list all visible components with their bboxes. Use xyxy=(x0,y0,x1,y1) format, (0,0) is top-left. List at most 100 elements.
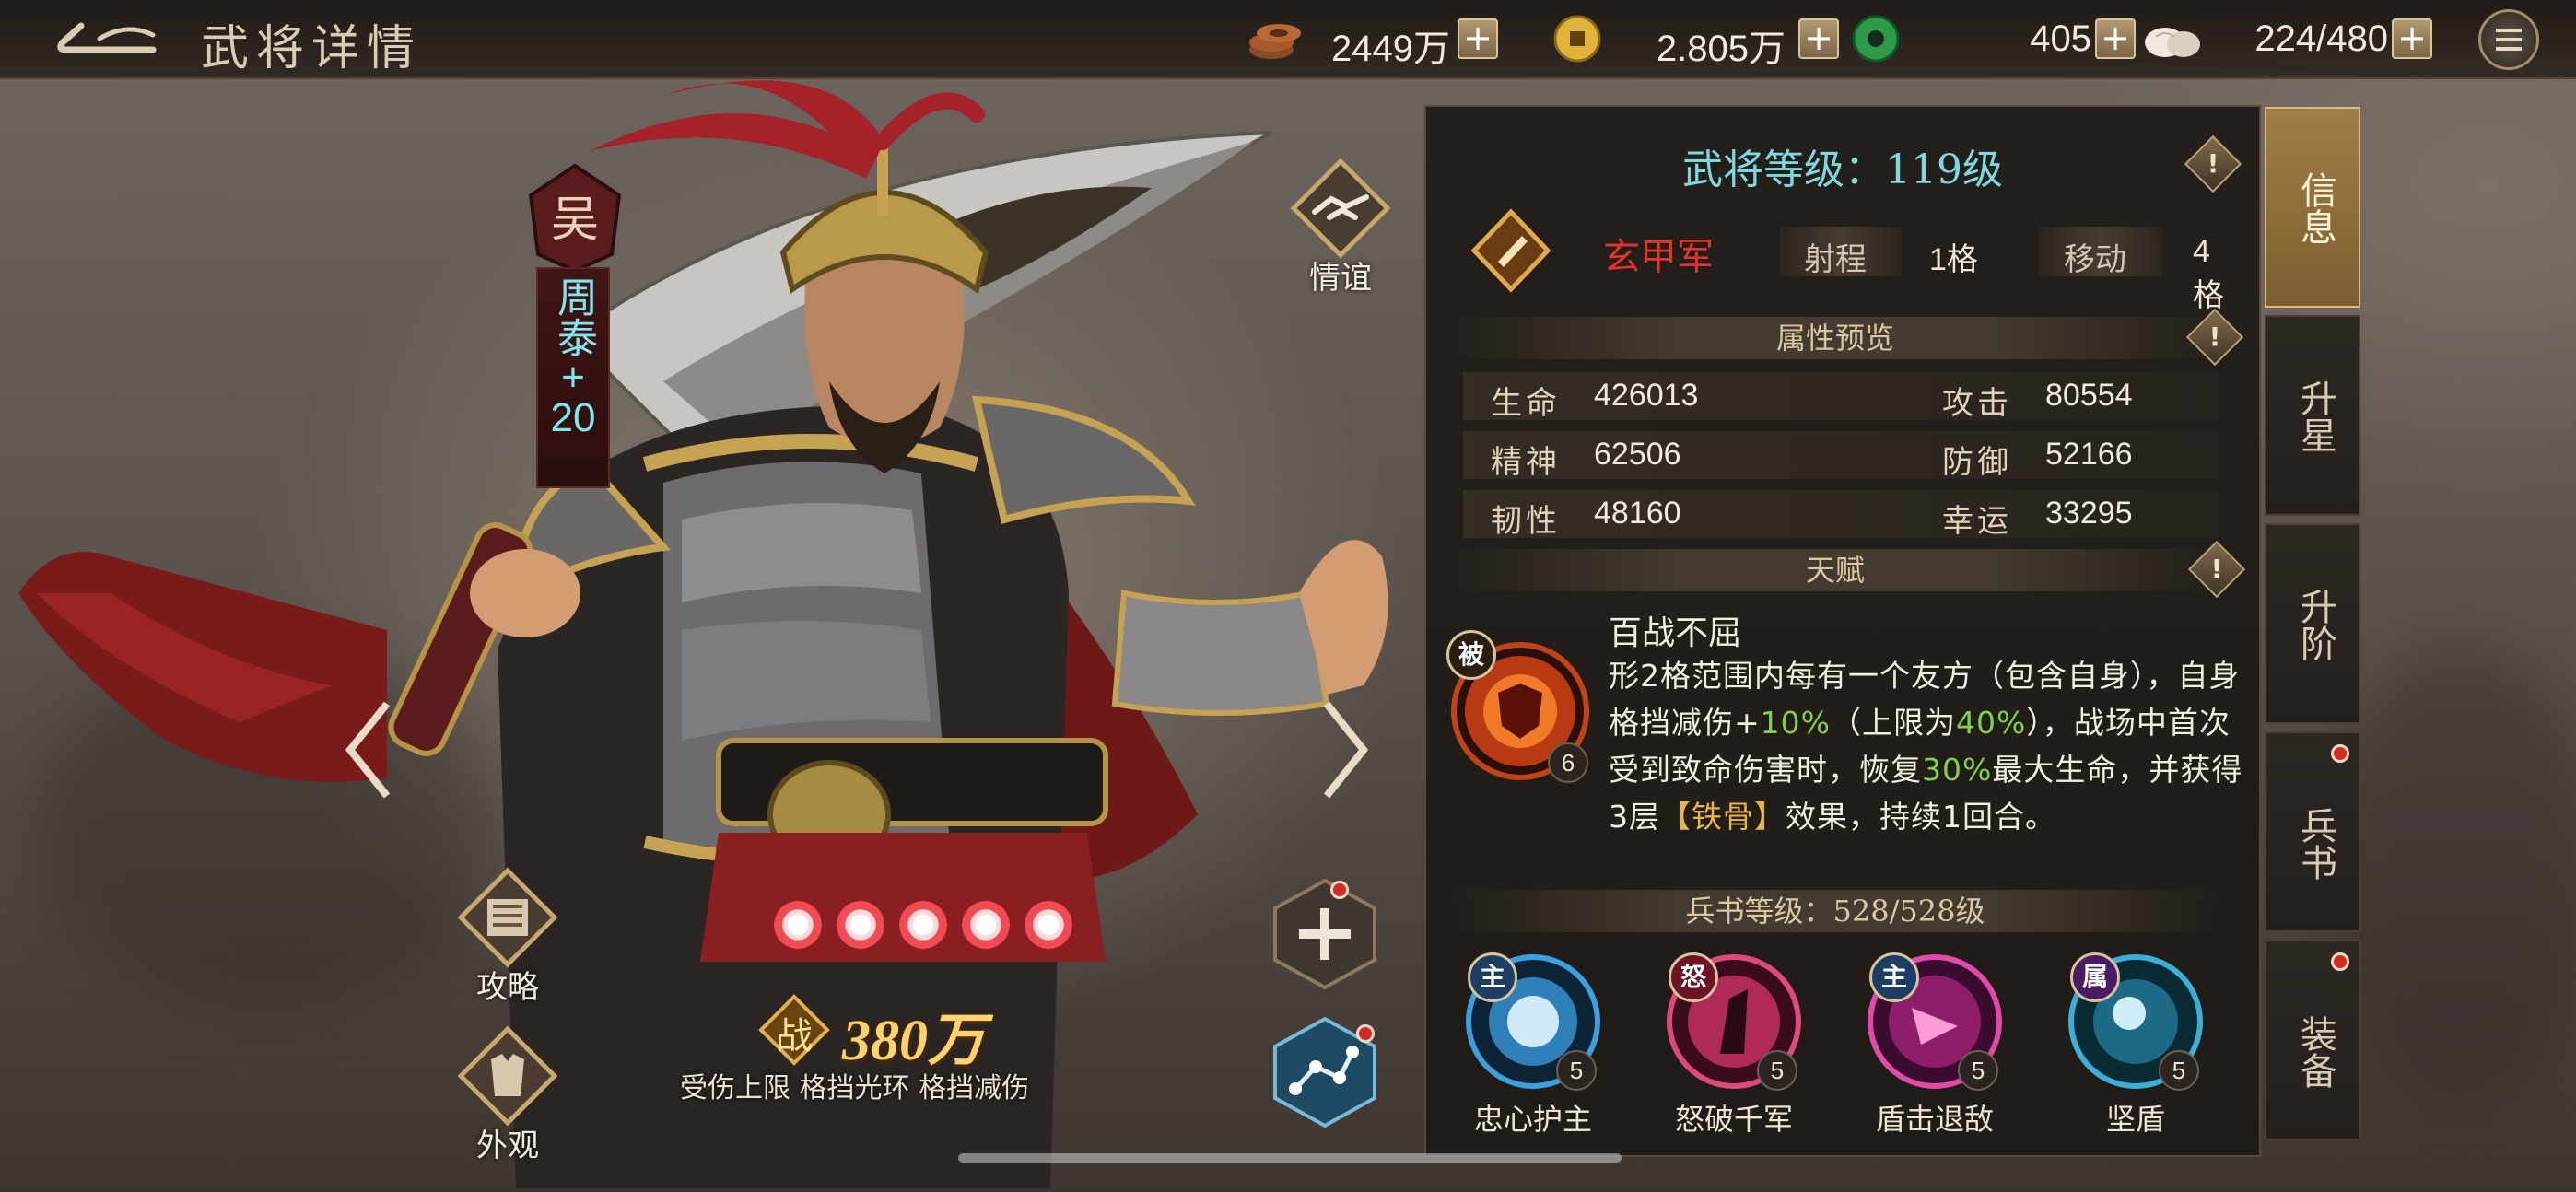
tab-label: 升阶 xyxy=(2294,588,2336,661)
skill-type-badge: 主 xyxy=(1869,952,1919,1002)
stat-label: 幸运 xyxy=(1942,503,2012,540)
steamed-bun-icon xyxy=(2145,28,2200,57)
skill-name: 盾击退敌 xyxy=(1875,1102,1994,1137)
star-icon xyxy=(1025,901,1072,949)
notification-dot xyxy=(1330,881,1349,899)
info-icon: ! xyxy=(2210,554,2223,584)
stat-label: 攻击 xyxy=(1942,385,2012,422)
talent-name: 百战不屈 xyxy=(1609,614,1742,652)
power-value: 380万 xyxy=(842,1010,986,1072)
tab-star-up[interactable]: 升星 xyxy=(2265,315,2360,516)
hero-traits: 受伤上限 格挡光环 格挡减伤 xyxy=(680,1072,1030,1104)
skill-name: 忠心护主 xyxy=(1473,1102,1592,1137)
skill-slot[interactable]: 主 5 盾击退敌 xyxy=(1852,952,2018,1139)
armor-icon xyxy=(457,1025,558,1127)
info-icon: ! xyxy=(2207,148,2219,179)
friendship-button[interactable]: 情谊 xyxy=(1281,153,1400,298)
tab-equipment[interactable]: 装备 xyxy=(2265,940,2360,1140)
hero-illustration xyxy=(18,80,1388,1188)
star-rating xyxy=(774,901,1078,952)
power-glyph: 战 xyxy=(776,1015,813,1058)
tab-label: 兵书 xyxy=(2294,807,2336,881)
talent-skill[interactable]: 被 6 xyxy=(1446,630,1594,787)
add-stamina-button[interactable]: + xyxy=(2392,18,2432,59)
stat-value: 426013 xyxy=(1594,378,1699,413)
star-icon xyxy=(774,901,822,949)
gold-value: 2.805万 xyxy=(1656,29,1786,69)
skill-type-badge: 怒 xyxy=(1669,952,1718,1002)
stat-label: 防御 xyxy=(1942,444,2012,481)
home-indicator[interactable] xyxy=(958,1153,1622,1163)
attributes-heading: 属性预览 xyxy=(1448,317,2222,359)
appearance-button[interactable]: 外观 xyxy=(448,1021,568,1165)
stat-value: 52166 xyxy=(2045,437,2133,472)
range-label: 射程 xyxy=(1804,241,1867,278)
resource-jade: 405 + xyxy=(1846,15,2136,63)
star-icon xyxy=(962,901,1010,949)
guide-button[interactable]: 攻略 xyxy=(448,862,568,1007)
skill-level: 5 xyxy=(2159,1050,2199,1091)
faction-label: 吴 xyxy=(550,193,599,248)
troop-info: 玄甲军 射程 1格 移动 4格 xyxy=(1448,208,2241,313)
move-label: 移动 xyxy=(2064,241,2126,278)
copper-value: 2449万 xyxy=(1331,29,1450,69)
star-icon xyxy=(837,901,884,949)
top-bar: 武将详情 2449万 + 2.805万 + 405 + 224/480 + xyxy=(0,0,2576,79)
hero-info-panel: 武将等级：119级 ! 玄甲军 射程 1格 移动 4格 属性预览 ! 生命 42… xyxy=(1424,105,2261,1157)
back-arrow-icon xyxy=(57,22,157,53)
notification-dot xyxy=(1356,1024,1375,1043)
stat-value: 48160 xyxy=(1594,496,1681,531)
stat-value: 80554 xyxy=(2045,378,2133,413)
hero-name-banner: 周泰 + 20 xyxy=(536,267,610,488)
back-button[interactable] xyxy=(44,13,164,64)
tab-label: 装备 xyxy=(2294,1015,2336,1089)
stamina-value: 224/480 xyxy=(2254,18,2388,59)
skill-slot[interactable]: 属 5 坚盾 xyxy=(2053,952,2219,1139)
talent-heading: 天赋 xyxy=(1448,549,2222,591)
detail-tabs: 信息 升星 升阶 兵书 装备 xyxy=(2265,107,2362,1157)
notification-dot xyxy=(2331,744,2349,763)
skill-name: 坚盾 xyxy=(2105,1102,2165,1137)
notification-dot xyxy=(2331,952,2349,971)
info-icon: ! xyxy=(2208,321,2221,352)
hero-name-bonus: 20 xyxy=(550,395,596,440)
handshake-icon xyxy=(1290,158,1391,259)
stat-label: 生命 xyxy=(1491,385,1561,422)
tab-label: 信息 xyxy=(2294,171,2336,245)
stat-label: 精神 xyxy=(1491,444,1561,481)
tab-label: 升星 xyxy=(2294,380,2336,453)
skill-level: 5 xyxy=(1556,1050,1597,1091)
menu-button[interactable] xyxy=(2478,9,2539,70)
tab-rank-up[interactable]: 升阶 xyxy=(2265,523,2360,724)
troop-type-icon xyxy=(1470,208,1551,293)
resource-gold: 2.805万 + xyxy=(1548,15,1843,69)
add-slot-button[interactable] xyxy=(1268,877,1382,991)
copper-coins-icon xyxy=(1249,24,1301,59)
troop-name: 玄甲军 xyxy=(1603,236,1714,278)
skill-type-badge: 主 xyxy=(1468,952,1517,1002)
war-book-level: 兵书等级：528/528级 xyxy=(1448,890,2222,932)
star-icon xyxy=(899,901,947,949)
stat-row: 精神 62506 防御 52166 xyxy=(1463,427,2237,481)
resource-stamina: 224/480 + xyxy=(2143,15,2438,63)
hero-portrait xyxy=(0,77,1419,1188)
tab-war-book[interactable]: 兵书 xyxy=(2265,731,2360,932)
constellation-button[interactable] xyxy=(1268,1015,1382,1129)
talent-description: 形2格范围内每有一个友方（包含自身），自身格挡减伤+10%（上限为40%），战场… xyxy=(1609,658,2243,835)
add-copper-button[interactable]: + xyxy=(1458,18,1498,59)
stat-row: 韧性 48160 幸运 33295 xyxy=(1463,486,2237,540)
jade-value: 405 xyxy=(2030,18,2091,59)
add-gold-button[interactable]: + xyxy=(1798,18,1839,59)
gold-coin-icon xyxy=(1553,15,1601,63)
stat-value: 33295 xyxy=(2045,496,2133,531)
stat-row: 生命 426013 攻击 80554 xyxy=(1463,368,2237,422)
tab-info[interactable]: 信息 xyxy=(2265,107,2360,308)
add-jade-button[interactable]: + xyxy=(2095,18,2136,59)
combat-power: 战 380万 xyxy=(757,993,1052,1072)
skill-slot[interactable]: 主 5 忠心护主 xyxy=(1450,952,1616,1139)
hero-name-plus: + xyxy=(561,355,585,400)
skill-slot[interactable]: 怒 5 怒破千军 xyxy=(1651,952,1817,1139)
jade-icon xyxy=(1852,15,1900,63)
skill-name: 怒破千军 xyxy=(1674,1102,1793,1137)
skill-level: 5 xyxy=(1958,1050,1998,1091)
